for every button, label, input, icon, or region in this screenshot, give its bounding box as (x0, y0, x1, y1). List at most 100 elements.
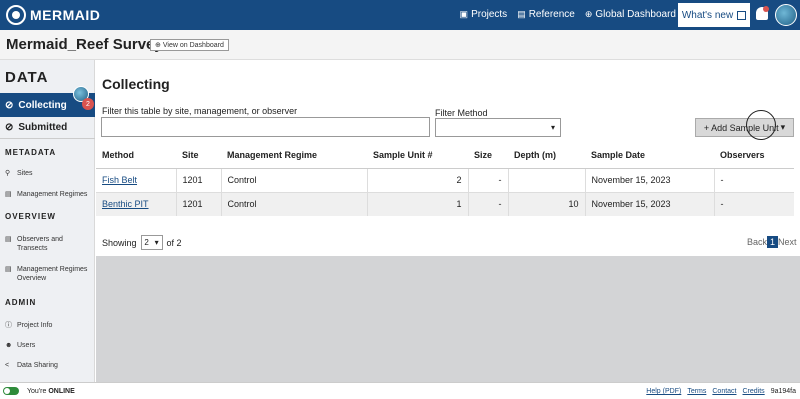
book-icon: ▤ (517, 9, 526, 19)
cell-observers: - (713, 191, 794, 216)
sidebar-item-users[interactable]: ☻ Users (5, 341, 93, 350)
help-link[interactable]: Help (PDF) (646, 388, 681, 395)
nav-projects[interactable]: ▣ Projects (460, 9, 508, 20)
nav-reference[interactable]: ▤ Reference (517, 9, 575, 20)
version-label: 9a194fa (770, 388, 796, 395)
pager-next[interactable]: Next (778, 237, 797, 247)
page-size-control: Showing 2 ▾ of 2 (102, 235, 182, 250)
top-bar: MERMAID ▣ Projects ▤ Reference ⊕ Global Das… (0, 0, 800, 30)
col-depth[interactable]: Depth (m) (508, 143, 585, 169)
nav-reference-label: Reference (528, 9, 575, 20)
credits-link[interactable]: Credits (743, 388, 765, 395)
notification-dot (763, 6, 769, 12)
sidebar-item-observers-transects[interactable]: ▤ Observers and Transects (5, 235, 93, 253)
col-method[interactable]: Method (96, 143, 176, 169)
app-name: MERMAID (30, 7, 101, 23)
col-site[interactable]: Site (176, 143, 221, 169)
col-sample-unit[interactable]: Sample Unit # (367, 143, 468, 169)
app-logo[interactable]: MERMAID (6, 5, 100, 25)
method-filter-label: Filter Method (435, 108, 488, 118)
sidebar-item-label: Observers and Transects (17, 236, 63, 252)
sidebar-item-data-sharing[interactable]: < Data Sharing (5, 361, 93, 370)
showing-label: Showing (102, 237, 137, 248)
cell-site: 1201 (175, 191, 221, 216)
page-total-label: of 2 (166, 237, 182, 248)
sidebar-item-mr-overview[interactable]: ▤ Management Regimes Overview (5, 265, 93, 283)
pin-icon: ⚲ (5, 170, 11, 177)
cell-depth: 10 (507, 191, 585, 216)
view-on-dashboard-button[interactable]: ⊕ View on Dashboard (150, 39, 229, 51)
sidebar-heading-admin: ADMIN (5, 298, 37, 307)
sidebar-heading-data: DATA (5, 69, 49, 86)
page-size-select[interactable]: 2 ▾ (140, 235, 163, 250)
info-icon: ⓘ (5, 322, 12, 329)
cell-observers: - (713, 167, 794, 192)
cell-depth (507, 167, 585, 192)
contact-link[interactable]: Contact (712, 388, 736, 395)
nav-global-dashboard[interactable]: ⊕ Global Dashboard (585, 9, 676, 20)
method-filter-select[interactable]: ▾ (435, 118, 561, 137)
col-sample-date[interactable]: Sample Date (585, 143, 714, 169)
sidebar-item-project-info[interactable]: ⓘ Project Info (5, 321, 93, 330)
project-header: Mermaid_Reef Survey ⊕ View on Dashboard (0, 30, 800, 60)
doc-icon: ▤ (5, 266, 12, 273)
sidebar-item-label: Data Sharing (17, 362, 58, 369)
globe-icon: ⊕ (584, 9, 593, 19)
col-observers[interactable]: Observers (714, 143, 794, 169)
sidebar-heading-metadata: METADATA (5, 148, 57, 157)
sidebar: DATA ⊘ Collecting 2 ⊘ Submitted METADATA… (0, 60, 95, 382)
sample-units-table: Method Site Management Regime Sample Uni… (96, 143, 794, 216)
terms-link[interactable]: Terms (687, 388, 706, 395)
filter-label: Filter this table by site, management, o… (102, 106, 298, 116)
sidebar-item-management-regimes[interactable]: ▤ Management Regimes (5, 190, 93, 199)
sidebar-item-sites[interactable]: ⚲ Sites (5, 169, 93, 178)
col-size[interactable]: Size (468, 143, 508, 169)
main-content: Collecting Filter this table by site, ma… (96, 60, 800, 382)
online-state: ONLINE (48, 388, 75, 395)
doc-icon: ▤ (5, 236, 12, 243)
cursor-highlight (746, 110, 776, 140)
page-title: Collecting (102, 76, 170, 92)
cell-sample-date: November 15, 2023 (584, 167, 714, 192)
filter-input[interactable] (101, 117, 430, 137)
collecting-card: Collecting Filter this table by site, ma… (96, 60, 800, 256)
method-link[interactable]: Benthic PIT (102, 199, 149, 209)
online-prefix: You're (27, 388, 47, 395)
sidebar-item-label: Submitted (18, 122, 68, 133)
sidebar-item-label: Sites (17, 170, 33, 177)
sidebar-item-label: Project Info (17, 322, 53, 329)
chevron-down-icon: ▾ (550, 123, 555, 132)
whats-new-button[interactable]: What's new (678, 3, 750, 27)
cell-size: - (467, 167, 508, 192)
footer-links: Help (PDF) Terms Contact Credits 9a194fa (646, 388, 796, 395)
online-toggle[interactable] (3, 387, 19, 395)
collecting-count-badge: 2 (82, 98, 94, 110)
nav-global-dashboard-label: Global Dashboard (595, 9, 676, 20)
col-management-regime[interactable]: Management Regime (221, 143, 367, 169)
page-size-value: 2 (144, 238, 149, 247)
cell-size: - (467, 191, 508, 216)
table-header-row: Method Site Management Regime Sample Uni… (96, 143, 794, 169)
sidebar-heading-overview: OVERVIEW (5, 212, 56, 221)
sidebar-item-label: Collecting (18, 99, 67, 111)
whats-new-label: What's new (681, 9, 734, 21)
doc-icon: ▤ (5, 191, 12, 198)
sidebar-item-label: Management Regimes Overview (17, 266, 88, 282)
sidebar-item-label: Users (17, 342, 36, 349)
chevron-down-icon: ▾ (154, 238, 159, 247)
cell-management-regime: Control (220, 191, 367, 216)
add-sample-unit-button[interactable]: + Add Sample Unit ▾ (695, 118, 794, 137)
sidebar-item-submitted[interactable]: ⊘ Submitted (0, 117, 95, 139)
table-row: Benthic PIT 1201 Control 1 - 10 November… (96, 191, 794, 216)
cell-method: Fish Belt (96, 167, 176, 192)
method-link[interactable]: Fish Belt (102, 175, 137, 185)
pager-current-page[interactable]: 1 (767, 236, 779, 248)
view-on-dashboard-label: View on Dashboard (162, 41, 224, 49)
top-nav: ▣ Projects ▤ Reference ⊕ Global Dashboard (460, 9, 676, 20)
users-icon: ☻ (5, 342, 13, 349)
pagination: Back 1 Next (747, 236, 797, 248)
nav-projects-label: Projects (471, 9, 508, 20)
pager-back[interactable]: Back (747, 237, 767, 247)
user-avatar[interactable] (775, 4, 797, 26)
check-circle-icon: ⊘ (5, 99, 14, 111)
